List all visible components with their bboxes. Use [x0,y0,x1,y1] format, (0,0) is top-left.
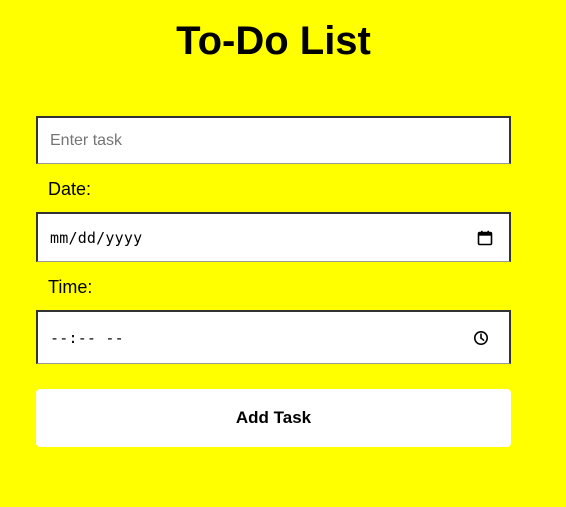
date-input-value: mm/dd/yyyy [50,228,143,247]
time-label: Time: [48,277,93,297]
page-title: To-Do List [176,19,371,63]
date-label: Date: [48,179,92,199]
time-input[interactable]: --:-- -- [36,310,511,364]
task-input[interactable]: Enter task [36,116,511,164]
date-input[interactable]: mm/dd/yyyy [36,212,511,262]
clock-icon[interactable] [471,328,491,348]
calendar-icon[interactable] [475,228,495,248]
add-task-button[interactable]: Add Task [36,389,511,447]
time-input-value: --:-- -- [50,328,124,347]
task-input-placeholder: Enter task [50,131,123,149]
